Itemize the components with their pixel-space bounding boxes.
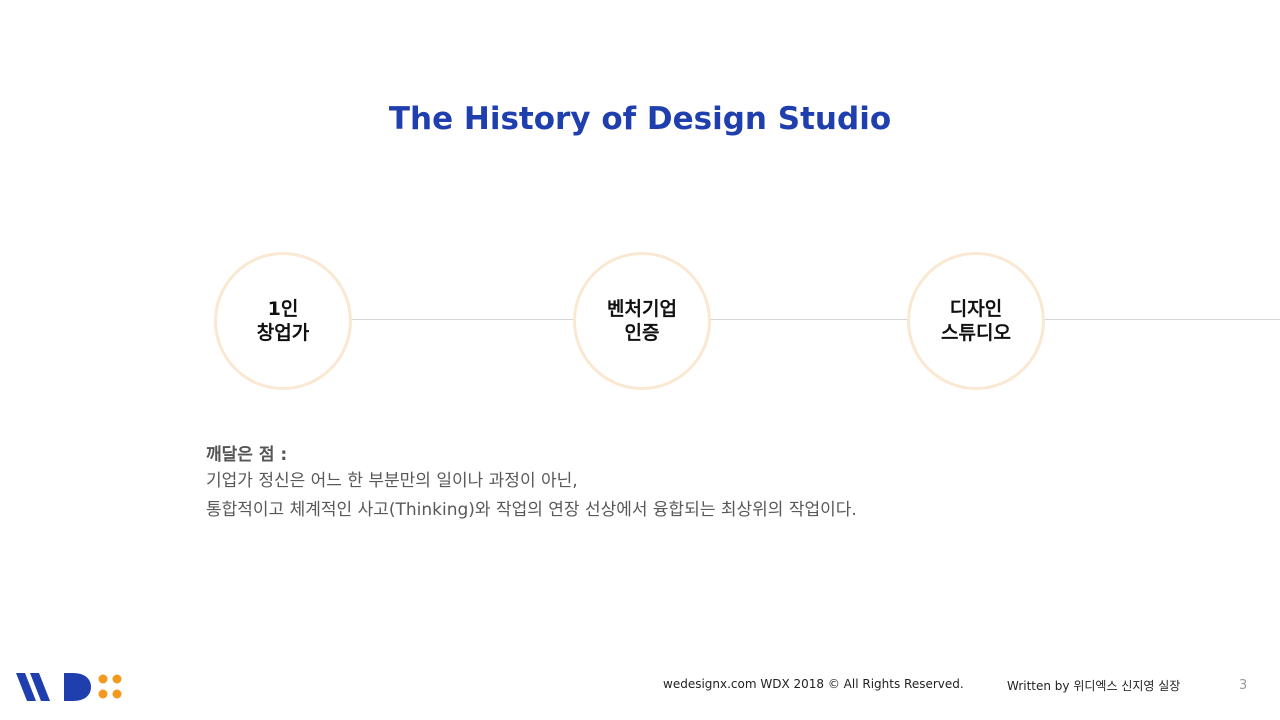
logo-dot [112,674,122,684]
milestone-venture-certification: 벤처기업 인증 [573,252,711,390]
insight-block: 깨달은 점 : 기업가 정신은 어느 한 부분만의 일이나 과정이 아닌, 통합… [206,443,1106,525]
footer-copyright: wedesignx.com WDX 2018 © All Rights Rese… [663,677,964,691]
insight-heading: 깨달은 점 : [206,445,288,465]
milestone-label-line2: 스튜디오 [941,322,1011,344]
milestone-label-line1: 1인 [267,298,299,320]
insight-text-line: 기업가 정신은 어느 한 부분만의 일이나 과정이 아닌, [206,471,578,491]
milestone-label-line2: 창업가 [256,322,310,344]
page-number: 3 [1239,678,1248,693]
timeline-line [282,319,1280,320]
logo-dot [112,689,122,699]
wdx-logo [16,673,122,701]
logo-dot [98,689,108,699]
milestone-solo-founder: 1인 창업가 [214,252,352,390]
insight-text-line: 통합적이고 체계적인 사고(Thinking)와 작업의 연장 선상에서 융합되… [206,500,857,520]
logo-dot [98,674,108,684]
slide-title: The History of Design Studio [388,101,892,137]
milestone-design-studio: 디자인 스튜디오 [907,252,1045,390]
milestone-label-line2: 인증 [624,322,660,344]
milestone-label-line1: 디자인 [949,298,1003,320]
logo-d-shape [64,673,91,701]
footer-author: Written by 위디엑스 신지영 실장 [1007,679,1181,693]
milestone-label-line1: 벤처기업 [607,298,677,320]
